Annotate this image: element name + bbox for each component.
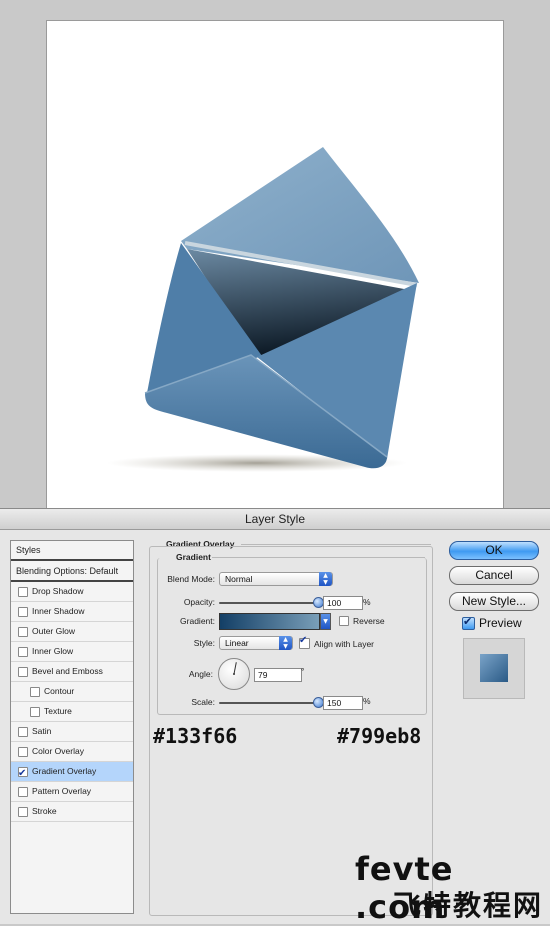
envelope-artwork: [107, 147, 419, 472]
style-item-checkbox[interactable]: [18, 646, 28, 657]
style-item-color-overlay[interactable]: Color Overlay: [11, 742, 133, 762]
end-color-hex: #799eb8: [337, 724, 422, 748]
style-item-label: Bevel and Emboss: [32, 666, 103, 676]
blend-mode-value: Normal: [225, 574, 253, 584]
style-item-label: Pattern Overlay: [32, 786, 92, 796]
style-item-label: Inner Shadow: [32, 606, 85, 616]
style-item-checkbox[interactable]: [30, 686, 40, 697]
blend-mode-select[interactable]: Normal ▲ ▼: [219, 572, 333, 586]
style-item-texture[interactable]: Texture: [11, 702, 133, 722]
document-canvas: [46, 20, 504, 512]
reverse-checkbox-box[interactable]: [339, 616, 349, 626]
style-item-label: Inner Glow: [32, 646, 74, 656]
angle-dial[interactable]: [218, 658, 250, 690]
scale-input[interactable]: 150: [323, 696, 363, 710]
style-item-contour[interactable]: Contour: [11, 682, 133, 702]
start-color-hex: #133f66: [153, 724, 238, 748]
select-arrows-icon: ▲ ▼: [319, 572, 332, 586]
preview-label: Preview: [479, 616, 522, 630]
style-label: Style:: [193, 638, 215, 648]
style-item-gradient-overlay[interactable]: Gradient Overlay: [11, 762, 133, 783]
reverse-label: Reverse: [353, 616, 385, 626]
style-item-inner-shadow[interactable]: Inner Shadow: [11, 602, 133, 622]
style-item-label: Satin: [32, 726, 52, 736]
scale-unit: %: [363, 696, 371, 706]
scale-label: Scale:: [191, 697, 215, 707]
opacity-input[interactable]: 100: [323, 596, 363, 610]
style-item-checkbox[interactable]: [18, 606, 28, 617]
style-item-inner-glow[interactable]: Inner Glow: [11, 642, 133, 662]
style-item-checkbox[interactable]: [18, 666, 28, 677]
style-value: Linear: [225, 638, 249, 648]
style-item-checkbox[interactable]: [30, 706, 40, 717]
style-item-drop-shadow[interactable]: Drop Shadow: [11, 582, 133, 602]
blend-mode-label: Blend Mode:: [167, 574, 215, 584]
cancel-button[interactable]: Cancel: [449, 566, 539, 585]
style-item-checkbox[interactable]: [18, 806, 28, 817]
style-item-label: Gradient Overlay: [32, 766, 97, 776]
style-preview: [463, 638, 525, 699]
angle-input[interactable]: 79: [254, 668, 302, 682]
scale-slider-track[interactable]: [219, 702, 319, 704]
opacity-slider-track[interactable]: [219, 602, 319, 604]
style-item-label: Contour: [44, 686, 75, 696]
styles-header[interactable]: Styles: [11, 541, 133, 561]
style-item-checkbox[interactable]: [18, 746, 28, 757]
align-checkbox-box[interactable]: [299, 635, 310, 649]
style-item-bevel-and-emboss[interactable]: Bevel and Emboss: [11, 662, 133, 682]
watermark-chinese: 飞特教程网: [393, 889, 544, 922]
opacity-unit: %: [363, 597, 371, 607]
angle-label: Angle:: [188, 669, 213, 679]
dialog-title: Layer Style: [0, 509, 550, 530]
preview-checkbox[interactable]: Preview: [462, 615, 522, 630]
blending-options-item[interactable]: Blending Options: Default: [11, 562, 133, 582]
ok-button[interactable]: OK: [449, 541, 539, 560]
style-item-checkbox[interactable]: [18, 626, 28, 637]
gradient-preview[interactable]: [219, 613, 320, 630]
angle-unit: °: [301, 666, 305, 676]
style-item-label: Stroke: [32, 806, 57, 816]
style-item-checkbox[interactable]: [18, 786, 28, 797]
style-item-label: Outer Glow: [32, 626, 75, 636]
style-item-label: Color Overlay: [32, 746, 84, 756]
style-item-satin[interactable]: Satin: [11, 722, 133, 742]
style-item-label: Texture: [44, 706, 72, 716]
align-with-layer-checkbox[interactable]: Align with Layer: [299, 635, 375, 649]
style-select[interactable]: Linear ▲ ▼: [219, 636, 293, 650]
style-item-checkbox[interactable]: [18, 726, 28, 737]
new-style-button[interactable]: New Style...: [449, 592, 539, 611]
style-item-checkbox[interactable]: [18, 586, 28, 597]
reverse-checkbox[interactable]: Reverse: [339, 616, 385, 626]
select-arrows-icon: ▲ ▼: [279, 636, 292, 650]
gradient-dropdown[interactable]: ▼: [320, 613, 331, 630]
style-item-checkbox[interactable]: [18, 764, 28, 783]
style-item-label: Drop Shadow: [32, 586, 84, 596]
styles-list: Styles Blending Options: Default Drop Sh…: [10, 540, 134, 914]
style-preview-swatch: [480, 654, 508, 682]
style-item-outer-glow[interactable]: Outer Glow: [11, 622, 133, 642]
preview-checkbox-box[interactable]: [462, 615, 475, 630]
style-item-stroke[interactable]: Stroke: [11, 802, 133, 822]
opacity-label: Opacity:: [183, 597, 215, 607]
gradient-label: Gradient:: [180, 616, 215, 626]
align-label: Align with Layer: [314, 638, 375, 649]
style-item-pattern-overlay[interactable]: Pattern Overlay: [11, 782, 133, 802]
